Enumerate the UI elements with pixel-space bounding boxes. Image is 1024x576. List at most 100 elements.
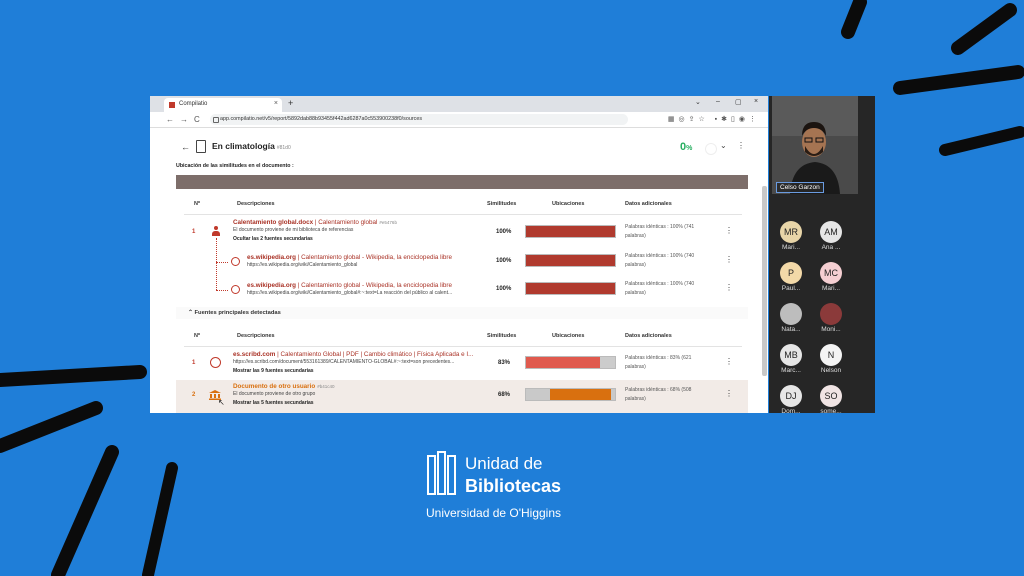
status-indicator (705, 143, 717, 155)
row-menu-icon[interactable]: ⋮ (725, 226, 733, 235)
scrollbar[interactable] (762, 186, 767, 376)
similarity-value: 68% (498, 392, 511, 398)
tab-search-icon[interactable]: ⌄ (695, 98, 701, 106)
tree-branch (216, 262, 228, 263)
section-label: Ubicación de las similitudes en el docum… (176, 163, 294, 169)
main-sources-label: Fuentes principales detectadas (194, 310, 281, 316)
forward-button[interactable]: → (180, 115, 188, 124)
new-tab-button[interactable]: + (288, 98, 293, 108)
location-bar[interactable] (525, 225, 616, 238)
toggle-secondary-sources[interactable]: Ocultar las 2 fuentes secundarias (233, 236, 313, 242)
row-menu-icon[interactable]: ⋮ (725, 255, 733, 264)
location-bar[interactable] (525, 282, 616, 295)
source-title[interactable]: es.wikipedia.org | Calentamiento global … (247, 254, 452, 261)
participant-name: some... (820, 408, 842, 415)
similarity-value: 83% (498, 360, 511, 366)
col-descriptions: Descripciones (237, 333, 275, 339)
toggle-secondary-sources[interactable]: Mostrar las 9 fuentes secundarias (233, 368, 314, 374)
address-bar[interactable]: app.compilatio.net/v5/report/5892dab88b9… (210, 114, 628, 125)
participant-tile[interactable]: MC Mari... (811, 262, 851, 292)
additional-data: Palabras idénticas : 100% (740 palabras) (625, 281, 695, 296)
main-sources-header[interactable]: ⌃ Fuentes principales detectadas (176, 307, 748, 319)
col-locations: Ubicaciones (552, 201, 585, 207)
location-bar[interactable] (525, 356, 616, 369)
more-options-icon[interactable]: ⋮ (737, 141, 745, 150)
divider (184, 214, 742, 215)
participant-tile[interactable]: MR Mari... (771, 221, 811, 251)
close-window-button[interactable]: × (754, 98, 758, 105)
maximize-button[interactable]: ▢ (735, 98, 742, 106)
row-menu-icon[interactable]: ⋮ (725, 389, 733, 398)
back-arrow-icon[interactable]: ← (181, 142, 190, 152)
row-menu-icon[interactable]: ⋮ (725, 357, 733, 366)
participant-tile[interactable]: Moni... (811, 303, 851, 333)
mouse-cursor-icon: ↖ (218, 398, 225, 407)
participant-avatar: DJ (780, 385, 802, 407)
source-url: https://es.wikipedia.org/wiki/Calentamie… (247, 290, 453, 296)
participant-avatar (820, 303, 842, 325)
tree-branch (216, 290, 228, 291)
col-descriptions: Descripciones (237, 201, 275, 207)
report-header: ← En climatología #81d0 0% ⌄ ⋮ (175, 139, 745, 161)
participant-avatar: N (820, 344, 842, 366)
participant-avatar: SO (820, 385, 842, 407)
participant-tile[interactable]: N Nelson (811, 344, 851, 374)
additional-data: Palabras idénticas : 68% (508 palabras) (625, 387, 692, 402)
address-toolbar: ← → C app.compilatio.net/v5/report/5892d… (150, 112, 768, 128)
participants-panel: Celso Garzon MR Mari... AM Ana ... P Paul... M… (769, 96, 875, 415)
location-bar[interactable] (525, 254, 616, 267)
tab-close-icon[interactable]: × (274, 100, 278, 107)
web-source-icon (231, 285, 240, 294)
participant-name: Mari... (821, 285, 841, 292)
brand-line-1: Unidad de (465, 454, 543, 473)
document-icon (196, 140, 206, 153)
source-title[interactable]: Documento de otro usuario #b41c40 (233, 383, 335, 390)
participant-tile[interactable]: AM Ana ... (811, 221, 851, 251)
self-name-label: Celso Garzon (776, 182, 824, 193)
additional-data: Palabras idénticas : 100% (740 palabras) (625, 253, 695, 268)
back-button[interactable]: ← (166, 115, 174, 124)
participant-tile[interactable]: DJ Dom... (771, 385, 811, 415)
tab-title: Compilatio (179, 101, 208, 107)
row-menu-icon[interactable]: ⋮ (725, 283, 733, 292)
chevron-down-icon[interactable]: ⌄ (720, 141, 727, 150)
similarity-value: 100% (496, 229, 512, 235)
compilatio-favicon-icon (169, 102, 175, 108)
row-number: 2 (192, 392, 196, 398)
minimize-button[interactable]: – (716, 98, 720, 105)
user-library-icon (212, 226, 220, 237)
row-number: 1 (192, 360, 196, 366)
participant-tile[interactable]: P Paul... (771, 262, 811, 292)
participant-avatar: MC (820, 262, 842, 284)
extension-icons[interactable]: ▦◎⇪☆ ▪✱▯◉⋮ (668, 115, 760, 123)
col-additional: Datos adicionales (625, 201, 672, 207)
toggle-secondary-sources[interactable]: Mostrar las 5 fuentes secundarias (233, 400, 314, 406)
participant-tile[interactable]: SO some... (811, 385, 851, 415)
divider (184, 346, 742, 347)
reload-button[interactable]: C (194, 115, 200, 124)
web-source-icon (231, 257, 240, 266)
row-number: 1 (192, 229, 196, 235)
brand-line-3: Universidad de O'Higgins (426, 506, 562, 520)
self-video: Celso Garzon (772, 96, 858, 194)
participant-name: Moni... (821, 326, 841, 333)
location-bar[interactable] (525, 388, 616, 401)
source-title[interactable]: es.scribd.com | Calentamiento Global | P… (233, 351, 488, 358)
source-title[interactable]: Calentamiento global.docx | Calentamient… (233, 219, 397, 226)
additional-data: Palabras idénticas : 83% (621 palabras) (625, 355, 692, 370)
participant-tile[interactable]: MB Marc... (771, 344, 811, 374)
source-title[interactable]: es.wikipedia.org | Calentamiento global … (247, 282, 452, 289)
document-title: En climatología #81d0 (212, 141, 291, 151)
browser-window: Compilatio × + ⌄ – ▢ × ← → C app.compila… (150, 96, 768, 413)
col-locations: Ubicaciones (552, 333, 585, 339)
lock-icon (213, 117, 219, 123)
browser-tab-compilatio[interactable]: Compilatio × (164, 98, 282, 112)
participant-tile[interactable]: Nata... (771, 303, 811, 333)
url-text: app.compilatio.net/v5/report/5892dab88b9… (220, 116, 423, 122)
source-origin: El documento proviene de otro grupo (233, 391, 316, 397)
source-origin: El documento proviene de mi biblioteca d… (233, 227, 354, 233)
tab-strip: Compilatio × + ⌄ – ▢ × (150, 96, 768, 112)
presenter-video-image (772, 96, 858, 194)
participant-name: Nelson (820, 367, 842, 374)
document-location-bar[interactable] (176, 175, 748, 189)
